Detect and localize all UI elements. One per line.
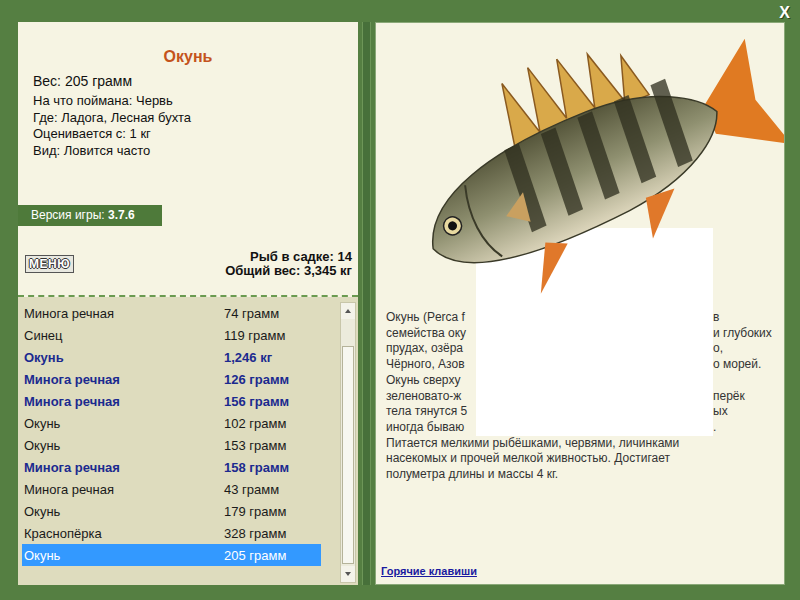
description-text: о, [713, 341, 784, 357]
picture-cover [476, 389, 713, 405]
scroll-up-button[interactable] [341, 303, 355, 319]
fish-info-screen: X Окунь Вес: 205 грамм На что поймана: Черв… [0, 0, 800, 600]
description-text: прудах, озёра [386, 341, 476, 357]
catch-row[interactable]: Окунь205 грамм [22, 544, 321, 566]
description-text: Окунь (Perca f [386, 310, 476, 326]
picture-cover [476, 310, 713, 326]
fish-detail: Где: Ладога, Лесная бухта [18, 110, 358, 127]
description-text: тела тянутся 5 [386, 404, 476, 420]
picture-cover [476, 357, 713, 373]
description-text: перёк [713, 389, 784, 405]
description-text: ых [713, 404, 784, 420]
description-text: Чёрного, Азов [386, 357, 476, 373]
panel-divider [362, 22, 371, 585]
catch-row[interactable]: Окунь1,246 кг [22, 346, 321, 368]
description-text: в [713, 310, 784, 326]
version-band: Версия игры: 3.7.6 [18, 205, 162, 226]
description-text: Окунь сверху [386, 373, 476, 389]
picture-cover [476, 373, 713, 389]
picture-cover [476, 326, 713, 342]
fish-detail: Вид: Ловится часто [18, 143, 358, 160]
perch-picture [376, 23, 784, 310]
fish-description-covered: Окунь (Perca f в семейства оку и глубоких пр… [376, 310, 784, 436]
arrow-down-icon [345, 572, 351, 576]
catch-row[interactable]: Окунь153 грамм [22, 434, 321, 456]
picture-cover [476, 404, 713, 420]
fish-weight: Вес: 205 грамм [18, 72, 358, 90]
catch-row[interactable]: Краснопёрка328 грамм [22, 522, 321, 544]
keepnet-summary: Рыб в садке: 14Общий вес: 3,345 кг [225, 250, 352, 278]
fish-details-card: Окунь Вес: 205 грамм На что поймана: Червь… [18, 22, 358, 297]
catch-row[interactable]: Минога речная158 грамм [22, 456, 321, 478]
menu-button[interactable]: МЕНЮ [25, 255, 74, 273]
scroll-thumb[interactable] [342, 346, 354, 563]
fish-detail: Оценивается с: 1 кг [18, 126, 358, 143]
hotkeys-link[interactable]: Горячие клавиши [376, 565, 784, 584]
catch-row[interactable]: Минога речная126 грамм [22, 368, 321, 390]
catch-row[interactable]: Синец119 грамм [22, 324, 321, 346]
picture-cover [476, 420, 713, 436]
description-panel: Окунь (Perca f в семейства оку и глубоких пр… [375, 22, 785, 585]
catch-row[interactable]: Минога речная156 грамм [22, 390, 321, 412]
description-text: о морей. [713, 357, 784, 373]
summary-row: МЕНЮ Рыб в садке: 14Общий вес: 3,345 кг [18, 250, 358, 278]
fish-picture-area [376, 23, 784, 310]
fish-title: Окунь [18, 48, 358, 66]
catch-row[interactable]: Минога речная43 грамм [22, 478, 321, 500]
description-text: семейства оку [386, 326, 476, 342]
picture-cover [476, 341, 713, 357]
description-text: Питается мелкими рыбёшками, червями, лич… [376, 436, 784, 452]
fish-detail: На что поймана: Червь [18, 93, 358, 110]
description-text: и глубоких [713, 326, 784, 342]
description-text: насекомых и прочей мелкой живностью. Дос… [376, 451, 784, 467]
scroll-track[interactable] [341, 319, 355, 566]
close-button[interactable]: X [779, 4, 790, 22]
scrollbar[interactable] [340, 302, 356, 583]
scroll-down-button[interactable] [341, 566, 355, 582]
catch-row[interactable]: Минога речная74 грамм [22, 302, 321, 324]
catch-panel: Окунь Вес: 205 грамм На что поймана: Червь… [18, 22, 358, 585]
description-text: . [713, 420, 784, 436]
catch-row[interactable]: Окунь102 грамм [22, 412, 321, 434]
catch-list: Минога речная74 граммСинец119 граммОкунь… [22, 302, 321, 583]
catch-row[interactable]: Окунь179 грамм [22, 500, 321, 522]
description-text [713, 373, 784, 389]
description-text: зеленовато-ж [386, 389, 476, 405]
description-text: иногда бываю [386, 420, 476, 436]
arrow-up-icon [345, 309, 351, 313]
catch-list-area: Минога речная74 граммСинец119 граммОкунь… [18, 297, 358, 585]
description-text: полуметра длины и массы 4 кг. [376, 467, 784, 483]
